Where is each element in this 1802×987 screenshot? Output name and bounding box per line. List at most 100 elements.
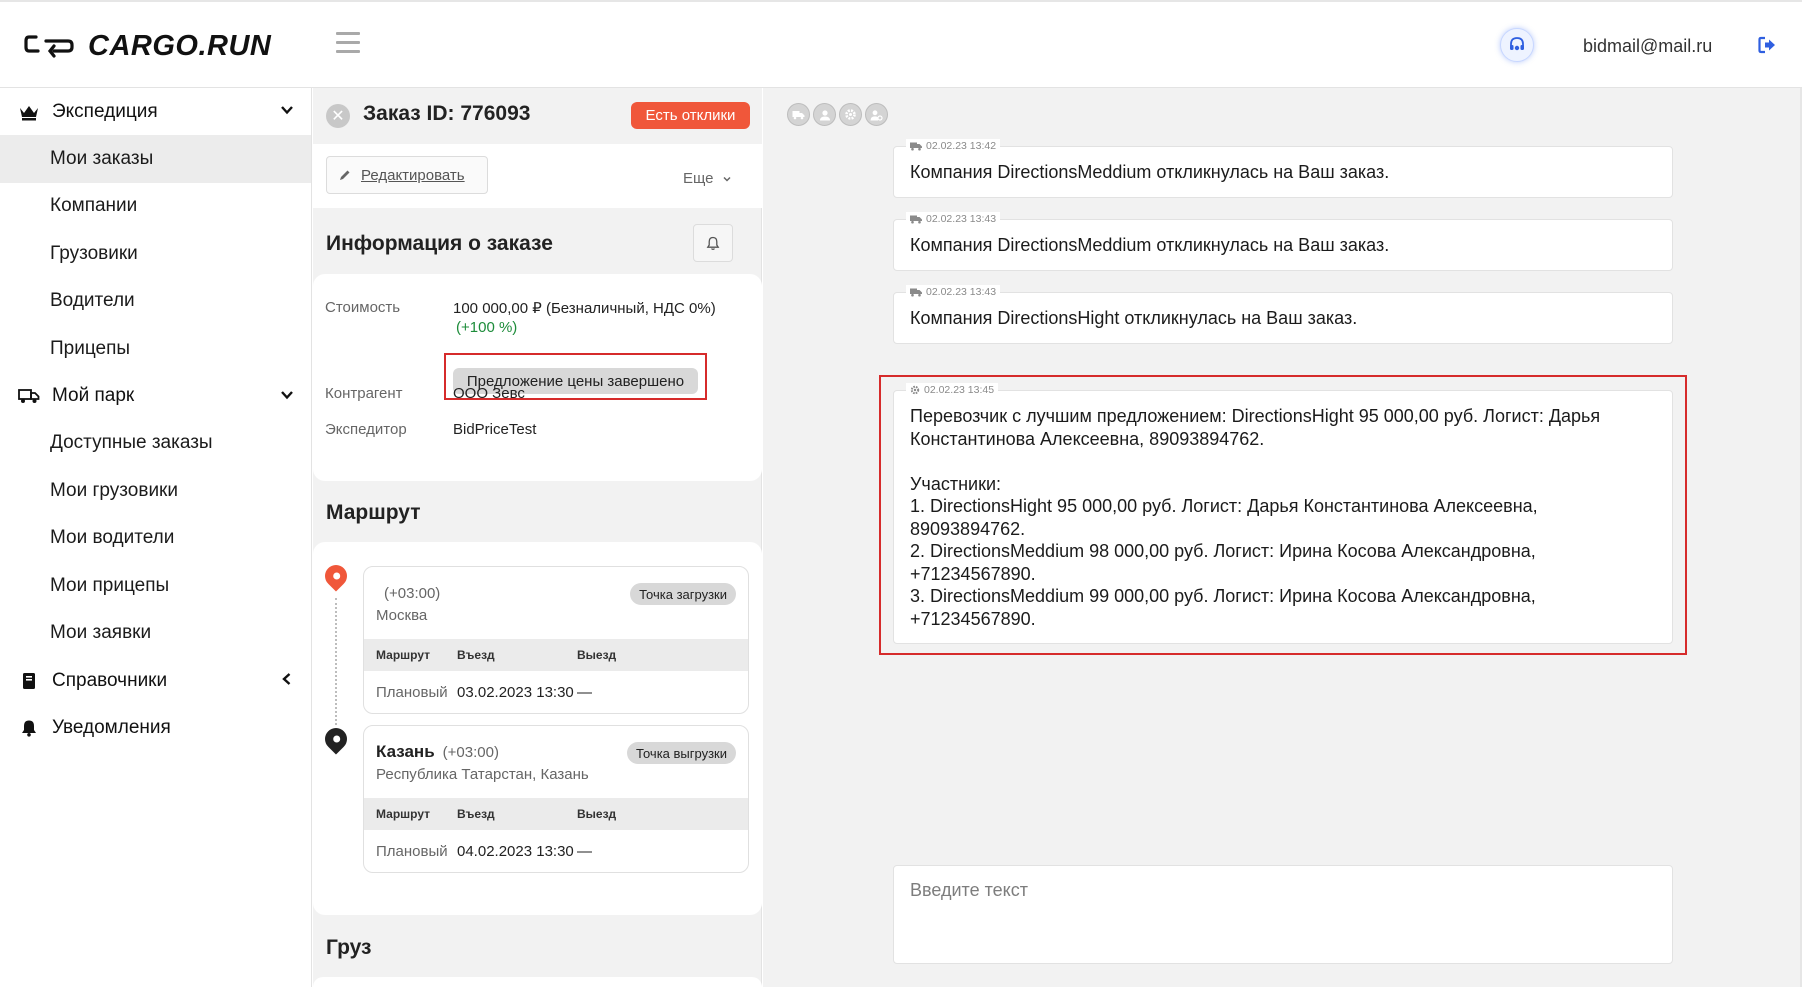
logout-icon (1758, 36, 1775, 54)
sidebar-section-expedition[interactable]: Экспедиция (0, 88, 311, 135)
sidebar-item-my-orders[interactable]: Мои заказы (0, 135, 311, 183)
point-city: Казань (+03:00) (376, 742, 499, 761)
chat-panel: 02.02.23 13:42 Компания DirectionsMeddiu… (763, 88, 1802, 987)
route-connector (335, 598, 337, 725)
sidebar-item-my-drivers[interactable]: Мои водители (0, 515, 311, 563)
order-header: ✕ Заказ ID: 776093 Есть отклики (313, 88, 762, 144)
point-type-badge: Точка загрузки (630, 583, 736, 605)
destination-pin-icon (320, 723, 352, 755)
book-icon (18, 670, 40, 692)
close-icon: ✕ (331, 108, 345, 125)
responses-badge[interactable]: Есть отклики (631, 102, 750, 129)
chat-filters (787, 103, 888, 126)
message-textarea[interactable] (894, 866, 1672, 963)
user-filter-icon[interactable] (813, 103, 836, 126)
top-bar: CARGO.RUN bidmail@mail.ru (0, 0, 1802, 88)
more-label: Еще (683, 170, 714, 187)
sidebar-item-my-requests[interactable]: Мои заявки (0, 610, 311, 658)
table-row: Плановый 03.02.2023 13:30 — (376, 684, 592, 701)
chat-message: 02.02.23 13:43 Компания DirectionsHight … (893, 285, 1673, 344)
cost-change: (+100 %) (456, 319, 518, 336)
logo[interactable]: CARGO.RUN (24, 26, 271, 66)
sidebar-section-directories[interactable]: Справочники (0, 657, 311, 704)
order-panel: ✕ Заказ ID: 776093 Есть отклики Редактир… (313, 88, 762, 987)
sidebar: Экспедиция Мои заказы Компании Грузовики… (0, 88, 312, 987)
user-email[interactable]: bidmail@mail.ru (1583, 36, 1712, 57)
sidebar-section-notifications[interactable]: Уведомления (0, 704, 311, 751)
point-address: Республика Татарстан, Казань (376, 766, 589, 783)
cost-value: 100 000,00 ₽ (Безналичный, НДС 0%) (453, 300, 716, 317)
table-row: Плановый 04.02.2023 13:30 — (376, 843, 592, 860)
message-text: Компания DirectionsMeddium откликнулась … (910, 235, 1390, 255)
highlight-frame (879, 375, 1687, 655)
chevron-left-icon[interactable] (279, 671, 295, 687)
truck-filter-icon[interactable] (787, 103, 810, 126)
point-city: (+03:00) (384, 585, 441, 602)
point-table-header: Маршрут Въезд Выезд (364, 639, 748, 671)
sidebar-section-label: Справочники (52, 669, 168, 691)
cargo-card (313, 977, 762, 987)
more-dropdown[interactable]: Еще (683, 170, 732, 187)
truck-icon (18, 385, 40, 407)
sidebar-section-label: Экспедиция (52, 100, 158, 122)
point-table-header: Маршрут Въезд Выезд (364, 798, 748, 830)
edit-button[interactable]: Редактировать (326, 156, 488, 194)
sidebar-section-label: Уведомления (52, 716, 171, 738)
bell-icon (18, 717, 40, 739)
edit-button-label: Редактировать (361, 166, 465, 184)
message-meta: 02.02.23 13:43 (906, 285, 1001, 299)
point-address: Москва (376, 607, 428, 624)
cost-label: Стоимость (325, 299, 401, 316)
route-point-origin[interactable]: (+03:00) Москва Точка загрузки Маршрут В… (363, 566, 749, 714)
crown-icon (18, 101, 40, 123)
sidebar-section-label: Мой парк (52, 385, 135, 406)
order-toolbar: Редактировать Еще (313, 144, 762, 208)
chevron-down-icon (723, 176, 731, 182)
forwarder-label: Экспедитор (325, 421, 407, 438)
message-meta: 02.02.23 13:43 (906, 212, 1001, 226)
point-type-badge: Точка выгрузки (627, 742, 736, 764)
forwarder-value: BidPriceTest (453, 421, 537, 438)
chevron-down-icon[interactable] (279, 102, 295, 118)
support-button[interactable] (1500, 28, 1534, 62)
headset-icon (1510, 37, 1524, 51)
route-point-destination[interactable]: Казань (+03:00) Республика Татарстан, Каз… (363, 725, 749, 873)
pencil-icon (340, 170, 350, 180)
message-meta: 02.02.23 13:42 (906, 139, 1001, 153)
gear-filter-icon[interactable] (839, 103, 862, 126)
message-text: Компания DirectionsHight откликнулась на… (910, 308, 1358, 328)
sidebar-item-trucks[interactable]: Грузовики (0, 230, 311, 278)
logout-button[interactable] (1757, 35, 1777, 60)
order-title: Заказ ID: 776093 (363, 102, 531, 125)
chat-message: 02.02.23 13:43 Компания DirectionsMeddiu… (893, 212, 1673, 271)
order-info-card: Стоимость 100 000,00 ₽ (Безналичный, НДС… (313, 274, 762, 481)
menu-burger-icon[interactable] (336, 32, 360, 56)
logo-text: CARGO.RUN (88, 29, 272, 62)
origin-pin-icon (320, 560, 352, 592)
truck-icon (910, 215, 922, 223)
route-title: Маршрут (326, 501, 421, 524)
order-info-title: Информация о заказе (326, 232, 553, 255)
subscribe-notifications-button[interactable] (693, 224, 733, 262)
chevron-down-icon[interactable] (279, 387, 295, 403)
counterparty-label: Контрагент (325, 385, 403, 402)
counterparty-value: ООО Зевс (453, 385, 525, 402)
cargo-title: Груз (326, 936, 372, 959)
sidebar-section-my-fleet[interactable]: Мой парк (0, 373, 311, 420)
chat-message: 02.02.23 13:42 Компания DirectionsMeddiu… (893, 139, 1673, 198)
sidebar-item-my-trailers[interactable]: Мои прицепы (0, 562, 311, 610)
sidebar-item-my-trucks[interactable]: Мои грузовики (0, 467, 311, 515)
close-order-button[interactable]: ✕ (326, 104, 350, 128)
truck-icon (910, 288, 922, 296)
route-card: (+03:00) Москва Точка загрузки Маршрут В… (313, 542, 762, 915)
sidebar-item-drivers[interactable]: Водители (0, 278, 311, 326)
sidebar-item-companies[interactable]: Компании (0, 183, 311, 231)
truck-icon (910, 142, 922, 150)
message-input[interactable] (893, 865, 1673, 964)
user-settings-filter-icon[interactable] (865, 103, 888, 126)
app-root: CARGO.RUN bidmail@mail.ru Экспедиция Мои… (0, 0, 1802, 987)
bell-icon (706, 236, 720, 250)
sidebar-item-trailers[interactable]: Прицепы (0, 325, 311, 373)
message-text: Компания DirectionsMeddium откликнулась … (910, 162, 1390, 182)
sidebar-item-available-orders[interactable]: Доступные заказы (0, 420, 311, 468)
